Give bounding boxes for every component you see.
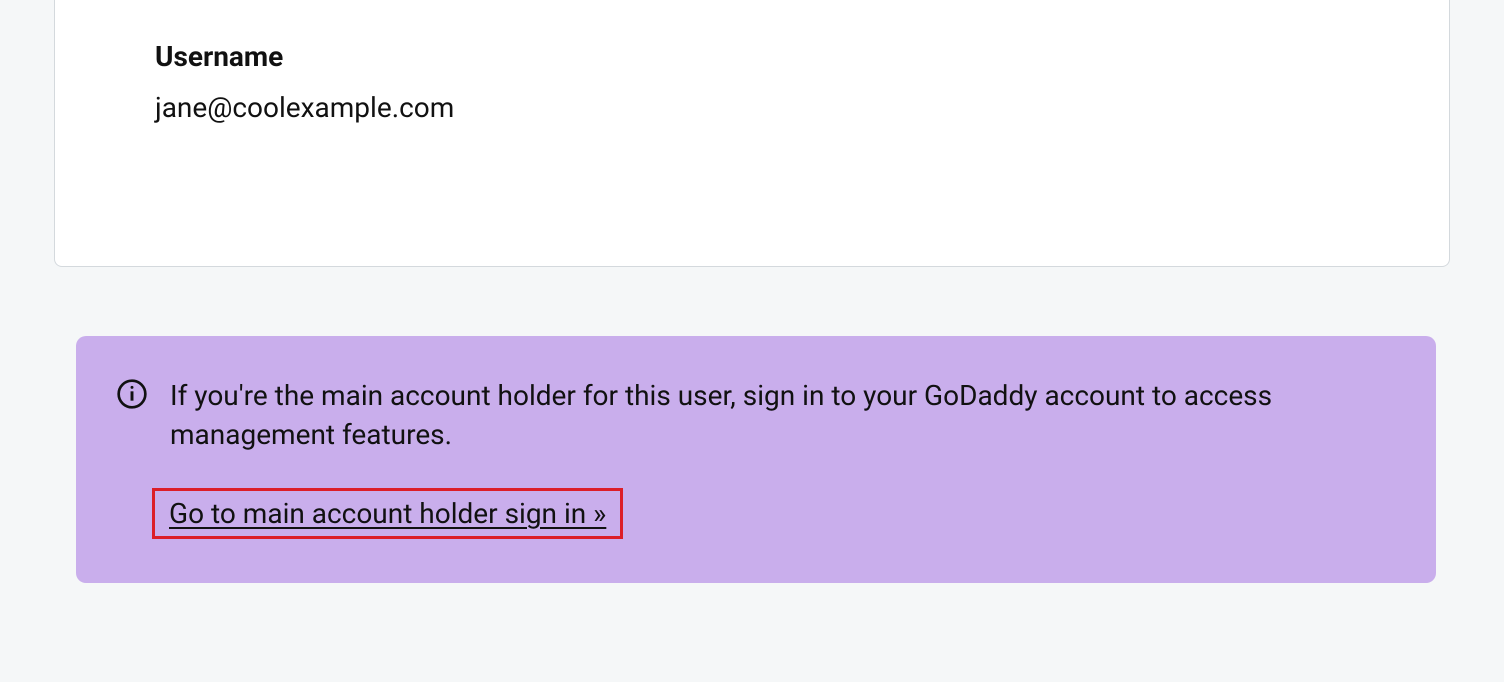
main-account-signin-link[interactable]: Go to main account holder sign in »: [155, 491, 620, 536]
username-value: jane@coolexample.com: [155, 91, 1349, 124]
info-callout: If you're the main account holder for th…: [76, 336, 1436, 583]
user-card: Username jane@coolexample.com: [54, 0, 1450, 267]
info-icon: [116, 378, 148, 410]
username-label: Username: [155, 40, 1349, 73]
info-row: If you're the main account holder for th…: [116, 376, 1396, 454]
link-highlight: Go to main account holder sign in »: [152, 488, 623, 539]
link-wrapper: Go to main account holder sign in »: [152, 488, 623, 539]
info-message: If you're the main account holder for th…: [170, 376, 1396, 454]
